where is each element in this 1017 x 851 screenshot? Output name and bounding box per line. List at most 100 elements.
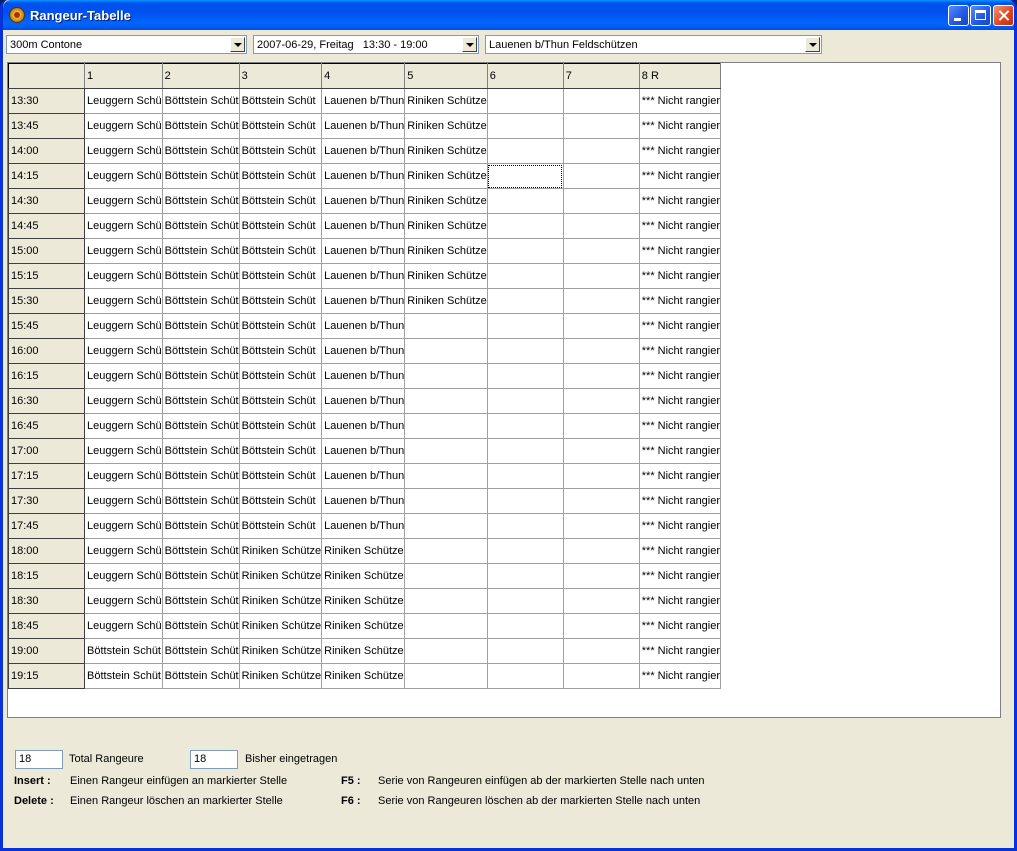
grid-cell[interactable] <box>486 313 564 339</box>
row-time-header[interactable]: 17:00 <box>8 438 85 464</box>
grid-cell[interactable]: Leuggern Schü <box>84 113 163 139</box>
grid-cell[interactable]: Lauenen b/Thun <box>321 213 406 239</box>
grid-cell[interactable] <box>486 213 564 239</box>
grid-cell[interactable] <box>486 538 564 564</box>
grid-cell[interactable]: Leuggern Schü <box>84 213 163 239</box>
grid-cell[interactable] <box>404 663 488 689</box>
grid-cell[interactable] <box>404 388 488 414</box>
grid-cell[interactable]: Böttstein Schüt <box>161 388 240 414</box>
grid-cell[interactable]: Böttstein Schüt <box>84 663 163 689</box>
grid-cell[interactable]: Böttstein Schüt <box>161 263 240 289</box>
grid-cell[interactable] <box>562 513 640 539</box>
column-header[interactable]: 8 R <box>638 63 722 89</box>
grid-cell[interactable]: Riniken Schütze <box>238 613 323 639</box>
maximize-button[interactable] <box>970 5 991 26</box>
grid-cell[interactable]: *** Nicht rangier <box>638 138 722 164</box>
column-header[interactable]: 5 <box>404 63 488 89</box>
grid-cell[interactable]: Böttstein Schüt <box>161 313 240 339</box>
grid-cell[interactable] <box>486 513 564 539</box>
rangeur-grid[interactable]: 12345678 R 13:30 Leuggern Schü Böttstein S… <box>7 62 1001 718</box>
grid-cell[interactable]: Böttstein Schüt <box>161 538 240 564</box>
row-time-header[interactable]: 18:00 <box>8 538 85 564</box>
grid-cell[interactable] <box>562 563 640 589</box>
grid-cell[interactable]: *** Nicht rangier <box>638 388 722 414</box>
grid-cell[interactable] <box>562 263 640 289</box>
grid-cell[interactable] <box>562 588 640 614</box>
grid-cell[interactable] <box>562 413 640 439</box>
grid-cell[interactable] <box>562 388 640 414</box>
grid-cell[interactable]: *** Nicht rangier <box>638 463 722 489</box>
grid-cell[interactable] <box>404 413 488 439</box>
row-time-header[interactable]: 18:45 <box>8 613 85 639</box>
grid-cell[interactable] <box>486 163 564 189</box>
row-time-header[interactable]: 18:15 <box>8 563 85 589</box>
grid-cell[interactable]: Lauenen b/Thun <box>321 338 406 364</box>
grid-cell[interactable] <box>562 363 640 389</box>
grid-cell[interactable]: Böttstein Schüt <box>161 588 240 614</box>
grid-cell[interactable]: *** Nicht rangier <box>638 188 722 214</box>
row-time-header[interactable]: 15:30 <box>8 288 85 314</box>
date-select[interactable]: 2007-06-29, Freitag 13:30 - 19:00 <box>253 35 479 54</box>
grid-cell[interactable] <box>486 113 564 139</box>
grid-cell[interactable]: Böttstein Schüt <box>161 563 240 589</box>
grid-cell[interactable]: *** Nicht rangier <box>638 613 722 639</box>
grid-cell[interactable]: Lauenen b/Thun <box>321 313 406 339</box>
row-time-header[interactable]: 18:30 <box>8 588 85 614</box>
grid-cell[interactable] <box>486 638 564 664</box>
grid-cell[interactable] <box>562 113 640 139</box>
grid-cell[interactable]: Böttstein Schüt <box>238 188 323 214</box>
grid-cell[interactable] <box>404 488 488 514</box>
grid-cell[interactable] <box>486 338 564 364</box>
column-header[interactable]: 7 <box>562 63 640 89</box>
grid-cell[interactable]: Lauenen b/Thun <box>321 138 406 164</box>
grid-cell[interactable]: Böttstein Schüt <box>161 338 240 364</box>
grid-cell[interactable] <box>404 363 488 389</box>
grid-cell[interactable]: Riniken Schütze <box>238 663 323 689</box>
grid-cell[interactable]: Leuggern Schü <box>84 438 163 464</box>
registered-field[interactable]: 18 <box>190 750 238 769</box>
row-time-header[interactable]: 17:15 <box>8 463 85 489</box>
grid-cell[interactable]: Lauenen b/Thun <box>321 88 406 114</box>
grid-cell[interactable]: Böttstein Schüt <box>238 338 323 364</box>
grid-cell[interactable] <box>486 488 564 514</box>
grid-cell[interactable]: Böttstein Schüt <box>161 663 240 689</box>
grid-cell[interactable]: Lauenen b/Thun <box>321 513 406 539</box>
grid-cell[interactable]: Riniken Schütze <box>238 538 323 564</box>
grid-cell[interactable]: Riniken Schütze <box>404 288 488 314</box>
grid-cell[interactable] <box>404 638 488 664</box>
grid-cell[interactable]: Böttstein Schüt <box>238 513 323 539</box>
club-select[interactable]: Lauenen b/Thun Feldschützen <box>485 35 822 54</box>
grid-cell[interactable]: Leuggern Schü <box>84 88 163 114</box>
grid-cell[interactable]: Lauenen b/Thun <box>321 113 406 139</box>
grid-cell[interactable] <box>486 563 564 589</box>
grid-cell[interactable] <box>486 613 564 639</box>
grid-cell[interactable] <box>562 238 640 264</box>
column-header[interactable]: 3 <box>238 63 323 89</box>
grid-cell[interactable] <box>486 438 564 464</box>
grid-cell[interactable]: Riniken Schütze <box>404 188 488 214</box>
grid-cell[interactable]: *** Nicht rangier <box>638 213 722 239</box>
grid-cell[interactable]: *** Nicht rangier <box>638 163 722 189</box>
grid-cell[interactable] <box>404 613 488 639</box>
grid-cell[interactable] <box>404 588 488 614</box>
grid-cell[interactable]: Leuggern Schü <box>84 313 163 339</box>
grid-cell[interactable]: *** Nicht rangier <box>638 238 722 264</box>
column-header[interactable]: 2 <box>161 63 240 89</box>
row-time-header[interactable]: 15:45 <box>8 313 85 339</box>
grid-cell[interactable]: Böttstein Schüt <box>161 188 240 214</box>
grid-cell[interactable] <box>486 288 564 314</box>
grid-cell[interactable]: Lauenen b/Thun <box>321 463 406 489</box>
minimize-button[interactable] <box>948 5 969 26</box>
grid-cell[interactable]: Böttstein Schüt <box>161 213 240 239</box>
grid-cell[interactable] <box>562 188 640 214</box>
grid-cell[interactable]: Riniken Schütze <box>238 638 323 664</box>
grid-cell[interactable] <box>404 513 488 539</box>
grid-cell[interactable]: *** Nicht rangier <box>638 263 722 289</box>
row-time-header[interactable]: 17:45 <box>8 513 85 539</box>
grid-cell[interactable]: Leuggern Schü <box>84 488 163 514</box>
grid-cell[interactable]: Böttstein Schüt <box>238 88 323 114</box>
grid-cell[interactable]: Böttstein Schüt <box>161 288 240 314</box>
row-time-header[interactable]: 19:00 <box>8 638 85 664</box>
grid-cell[interactable]: Böttstein Schüt <box>238 138 323 164</box>
grid-cell[interactable] <box>486 138 564 164</box>
